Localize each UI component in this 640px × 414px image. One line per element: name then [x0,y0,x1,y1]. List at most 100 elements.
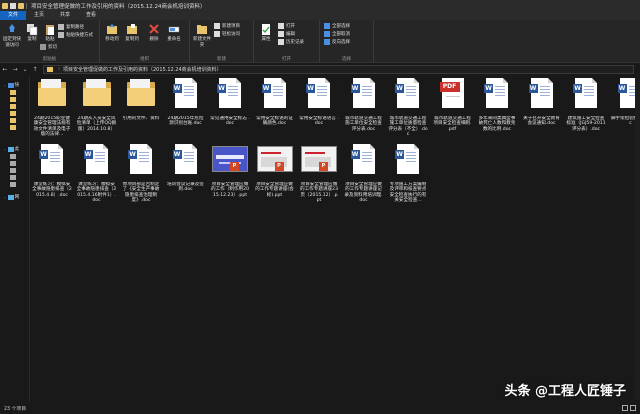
drive-icon [10,161,16,166]
open-icon [278,23,284,29]
file-item[interactable]: W 培训会议记录及签到.doc [166,144,206,193]
file-item[interactable]: W 24期2015年危险源识别台账.doc [166,78,206,127]
file-name: 项目安全管理应做的工作专题讲座23页（2015.12）.ppt [299,182,338,203]
file-item[interactable]: 24期从入员安全风险清单（上传QQ群版）2014.10.8） [77,78,117,132]
file-item[interactable]: 引用的文件、资料 [121,78,161,121]
file-item[interactable]: W 常见通用安全标志 .doc [210,78,250,127]
file-item[interactable]: 24期2015职业健康安全管理法规有效文件清单及电子版的法律... [32,78,72,137]
file-item[interactable]: P 项目安全管理应做的工作专题讲座23页（2015.12）.ppt [299,144,339,203]
tab-file[interactable]: 文件 [0,11,27,20]
file-item[interactable]: W 城市轨道交通工程施工单位安全检查评分表.doc [344,78,384,132]
tab-view[interactable]: 查看 [78,11,104,20]
delete-button[interactable]: 删除 [144,23,164,43]
address-row: ← → ⌄ ↑ › 项目安全管理促做的工作及引用的资料（2015.12.24商会… [0,63,640,75]
paste-button[interactable]: 粘贴 [40,23,60,43]
nav-folder-5[interactable] [4,118,16,123]
paste-shortcut-icon [58,32,64,38]
file-item[interactable]: W 多年来同类典型事故死亡人数和教兇数的比例.doc [477,78,517,132]
select-none-button[interactable]: 全部取消 [324,31,350,37]
new-item-button[interactable]: 新建项目 [214,23,240,29]
large-icons-view-icon[interactable] [630,405,636,411]
tab-share[interactable]: 共享 [52,11,78,20]
file-item[interactable]: W 城市轨道交通工程施工单位质量检查评分表（不全）.doc [388,78,428,137]
breadcrumb-item[interactable]: 项目安全管理促做的工作及引用的资料（2015.12.24商会机培训资料） [63,66,222,73]
pin-icon [9,24,15,35]
move-to-button[interactable]: 移动到 [102,23,122,43]
pin-quick-access-button[interactable]: 固定到快速访问 [2,23,22,48]
folder-icon [38,78,66,114]
file-name: 24期从入员安全风险清单（上传QQ群版）2014.10.8） [76,116,117,132]
history-button[interactable]: 历史记录 [278,39,304,45]
nav-folder-4[interactable] [4,111,16,116]
history-icon [278,39,284,45]
details-view-icon[interactable] [622,405,628,411]
forward-arrow-icon[interactable]: → [10,66,20,73]
nav-drive-5[interactable] [4,182,16,187]
chevron-right-icon: › [4,82,6,88]
properties-button[interactable]: 属性 [256,23,276,43]
copy-path-button[interactable]: 复制路径 [58,24,84,30]
file-item[interactable]: W 课堂练习：模拟安全事故隐患排查（2015.4.8）.doc [32,144,72,198]
copy-path-icon [58,24,64,30]
file-item[interactable]: W 常用安全标语的证确颜色.doc [255,78,295,127]
file-item[interactable]: W 项目安全管理应做的工作专题讲座记录及资料用培训理.doc [344,144,384,203]
file-name: 你项目部是否制定了《安全生产事故隐患排查治理制度》.doc [122,182,160,203]
folder-icon[interactable] [2,2,8,9]
address-bar[interactable]: › 项目安全管理促做的工作及引用的资料（2015.12.24商会机培训资料） [43,64,634,74]
up-arrow-icon[interactable]: ↑ [30,66,40,73]
recent-chevron-icon[interactable]: ⌄ [20,66,30,73]
file-item[interactable]: W 关于召开安全教育会议通知.doc [522,78,562,127]
file-name: 常见通用安全标志 .doc [210,116,250,127]
navigation-pane: › 快 › 此 › 网 [0,76,30,402]
file-name: 引用的文件、资料 [122,116,160,121]
word-doc-icon: W [483,78,511,114]
item-count: 23 个项目 [4,406,27,412]
ppt-icon: P [256,144,293,180]
rename-button[interactable]: 重命名 [164,23,184,43]
easy-access-button[interactable]: 轻松访问 [214,31,240,37]
nav-this-pc[interactable]: › 此 [4,146,19,152]
nav-folder-2[interactable] [4,97,16,102]
file-item[interactable]: PDF 城市轨道交通工程项目安全检查细则.pdf [433,78,473,132]
open-button[interactable]: 打开 [278,23,295,29]
properties-icon[interactable] [10,2,16,9]
select-group: 全部选择 全部取消 反向选择 选择 [320,20,374,63]
file-item[interactable]: P 项目安全管理应做的工作专题讲座(会标).ppt [255,144,295,198]
select-all-button[interactable]: 全部选择 [324,23,350,29]
new-folder-button[interactable]: 新建文件夹 [192,23,212,48]
drive-icon [10,182,16,187]
file-item[interactable]: W 专项施工方案编制及评审和核查要点安全检查执行的有关安全检查... [388,144,428,203]
file-name: 关于召开安全教育会议通知.doc [523,116,560,127]
nav-drive-3[interactable] [4,168,16,173]
easy-access-icon [214,31,220,37]
paste-shortcut-button[interactable]: 粘贴快捷方式 [58,32,93,38]
file-name: 城市轨道交通工程施工单位安全检查评分表.doc [345,116,382,132]
edit-button[interactable]: 编辑 [278,31,295,37]
copy-to-button[interactable]: 复制到 [122,23,142,43]
nav-folder-3[interactable] [4,104,16,109]
tab-home[interactable]: 主页 [26,11,52,20]
nav-drive-1[interactable] [4,154,16,159]
nav-folder-1[interactable] [4,90,16,95]
copy-button[interactable]: 复制 [22,23,42,43]
file-item[interactable]: W 常用安全标语语言 .doc [299,78,339,127]
nav-folder-6[interactable] [4,125,16,130]
file-item[interactable]: W 你项目部是否制定了《安全生产事故隐患排查治理制度》.doc [121,144,161,203]
nav-network[interactable]: › 网 [4,194,19,200]
file-item[interactable]: W 课堂练习：模拟安全事故隐患排查（2015.4.16附件1）.doc [77,144,117,203]
pdf-icon: PDF [439,78,467,114]
nav-drive-2[interactable] [4,161,16,166]
nav-drive-4[interactable] [4,175,16,180]
vertical-scrollbar[interactable] [635,78,640,400]
file-item[interactable]: P 项目安全管理应做的工作（制作用2015.12.23）.ppt [210,144,250,198]
clipboard-group: 固定到快速访问 复制 粘贴 复制路径 粘贴快捷方式 剪切 剪贴板 [0,20,100,63]
cut-button[interactable]: 剪切 [40,44,57,50]
word-doc-icon: W [38,144,66,180]
file-item[interactable]: W 建筑施工安全检查标准（JGJ59-2011评分表）.doc [566,78,606,132]
back-arrow-icon[interactable]: ← [0,66,10,73]
chevron-right-icon: › [4,194,6,200]
nav-quick-access[interactable]: › 快 [4,82,19,88]
invert-selection-button[interactable]: 反向选择 [324,39,350,45]
new-folder-icon[interactable] [18,2,24,9]
new-item-icon [214,23,220,29]
